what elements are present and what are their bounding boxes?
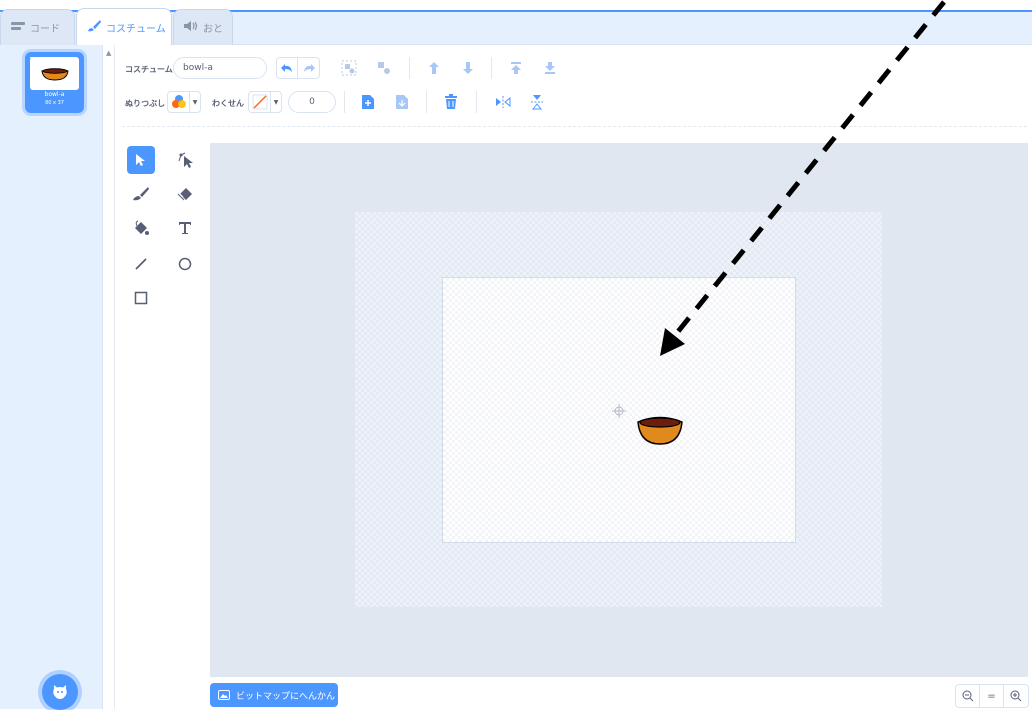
- undo-redo-group: [276, 57, 320, 79]
- zoom-controls: =: [955, 684, 1029, 708]
- costume-size: 80 x 37: [45, 100, 64, 106]
- no-color-icon: [252, 94, 267, 110]
- select-tool[interactable]: [127, 146, 155, 174]
- forward-button[interactable]: [425, 59, 443, 77]
- text-t-icon: [179, 222, 191, 234]
- rectangle-tool[interactable]: [127, 284, 155, 312]
- costume-name-input[interactable]: bowl-a: [173, 57, 267, 79]
- text-tool[interactable]: [171, 214, 199, 242]
- convert-to-bitmap-button[interactable]: ビットマップにへんかん: [210, 683, 338, 707]
- zoom-in-button[interactable]: [1004, 685, 1028, 707]
- tab-sounds[interactable]: おと: [173, 9, 233, 45]
- fill-tool[interactable]: [127, 214, 155, 242]
- group-button[interactable]: [340, 59, 358, 77]
- costume-center-crosshair-icon: [612, 404, 626, 418]
- cat-plus-icon: [53, 685, 67, 699]
- front-button[interactable]: [507, 59, 525, 77]
- flip-vertical-icon: [531, 95, 543, 110]
- back-icon: [545, 62, 555, 74]
- costume-name: bowl-a: [44, 91, 65, 98]
- toolbar-divider: [476, 91, 477, 113]
- costume-list-scrollbar[interactable]: ▲: [103, 45, 115, 709]
- toolbar-separator: [122, 126, 1027, 127]
- toolbar-divider: [344, 91, 345, 113]
- backward-button[interactable]: [459, 59, 477, 77]
- delete-button[interactable]: [442, 93, 460, 111]
- rectangle-icon: [134, 291, 148, 305]
- group-icon: [341, 60, 357, 76]
- chevron-down-icon: ▼: [273, 98, 279, 106]
- paint-bucket-icon: [135, 220, 149, 235]
- copy-button[interactable]: [359, 93, 377, 111]
- line-tool[interactable]: [127, 250, 155, 278]
- costume-name-label: コスチューム: [125, 65, 173, 74]
- line-icon: [135, 258, 147, 270]
- toolbar-divider: [426, 91, 427, 113]
- circle-tool[interactable]: [171, 250, 199, 278]
- forward-icon: [429, 62, 439, 74]
- outline-swatch: [249, 92, 271, 112]
- zoom-reset-button[interactable]: =: [980, 685, 1004, 707]
- zoom-out-icon: [962, 690, 973, 702]
- zoom-out-button[interactable]: [956, 685, 980, 707]
- toolbar-divider: [409, 57, 410, 79]
- front-icon: [511, 62, 521, 74]
- outline-color-picker[interactable]: ▼: [248, 91, 282, 113]
- circle-icon: [178, 257, 192, 271]
- delete-icon: [445, 94, 457, 109]
- tab-code[interactable]: コード: [0, 9, 75, 45]
- arrow-cursor-icon: [136, 154, 145, 166]
- chevron-down-icon: ▼: [192, 98, 198, 106]
- image-icon: [218, 690, 230, 700]
- tab-costumes[interactable]: コスチューム: [76, 8, 172, 45]
- ungroup-icon: [378, 62, 390, 74]
- flip-vertical-button[interactable]: [528, 93, 546, 111]
- outline-label: わくせん: [212, 99, 244, 108]
- redo-icon: [303, 64, 315, 72]
- paste-button[interactable]: [393, 93, 411, 111]
- tab-costumes-label: コスチューム: [106, 23, 166, 35]
- bowl-thumbnail-icon: [40, 67, 69, 81]
- eraser-icon: [177, 188, 192, 201]
- flip-horizontal-button[interactable]: [494, 93, 512, 111]
- bowl-sprite-shape[interactable]: [636, 414, 684, 446]
- redo-button[interactable]: [298, 57, 320, 79]
- flip-horizontal-icon: [496, 96, 511, 108]
- costume-item[interactable]: 1 bowl-a 80 x 37: [25, 52, 84, 113]
- fill-color-picker[interactable]: ▼: [167, 91, 201, 113]
- undo-button[interactable]: [276, 57, 298, 79]
- convert-to-bitmap-label: ビットマップにへんかん: [236, 691, 336, 702]
- fill-swatch: [168, 92, 190, 112]
- tab-sounds-label: おと: [203, 24, 223, 35]
- backward-icon: [463, 62, 473, 74]
- toolbar-divider: [491, 57, 492, 79]
- back-button[interactable]: [541, 59, 559, 77]
- sound-icon: [184, 21, 198, 34]
- add-costume-button[interactable]: [42, 674, 78, 710]
- eraser-tool[interactable]: [171, 180, 199, 208]
- costume-list-sidebar: [0, 45, 103, 709]
- paste-icon: [396, 95, 408, 109]
- scroll-up-arrow-icon[interactable]: ▲: [106, 49, 111, 57]
- zoom-in-icon: [1010, 690, 1022, 702]
- costume-thumbnail: [30, 57, 79, 90]
- copy-icon: [362, 95, 374, 109]
- code-icon: [11, 21, 25, 34]
- outline-width-input[interactable]: 0: [288, 91, 336, 113]
- brush-icon: [133, 187, 149, 201]
- fill-label: ぬりつぶし: [125, 99, 166, 108]
- tab-code-label: コード: [30, 24, 60, 35]
- multicolor-fill-icon: [171, 95, 186, 108]
- brush-icon: [87, 19, 101, 35]
- ungroup-button[interactable]: [375, 59, 393, 77]
- undo-icon: [281, 64, 292, 72]
- brush-tool[interactable]: [127, 180, 155, 208]
- reshape-icon: [178, 152, 193, 168]
- reshape-tool[interactable]: [171, 146, 199, 174]
